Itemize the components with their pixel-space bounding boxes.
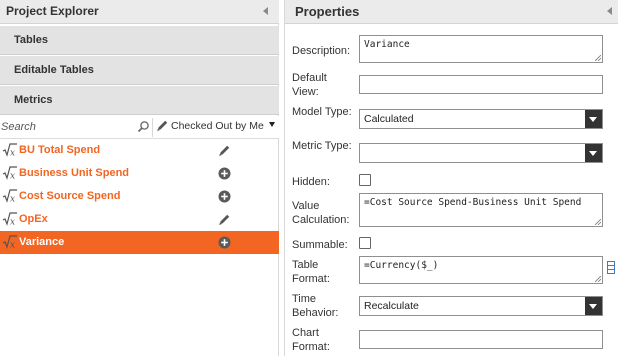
time-behavior-select[interactable]: Recalculate xyxy=(359,296,603,316)
resize-grip-icon[interactable] xyxy=(595,276,601,282)
metric-name: BU Total Spend xyxy=(19,144,101,156)
metric-item[interactable]: OpEx xyxy=(0,208,279,231)
function-icon xyxy=(2,143,18,157)
format-builder-icon[interactable] xyxy=(607,261,615,274)
search-filter-row: Checked Out by Me xyxy=(0,116,279,139)
section-metrics-label: Metrics xyxy=(14,94,53,106)
value-calculation-label: Value Calculation: xyxy=(292,200,350,226)
metric-name: Variance xyxy=(19,236,65,248)
search-input[interactable] xyxy=(0,119,133,135)
chart-format-label: Chart Format: xyxy=(292,327,330,353)
properties-title: Properties xyxy=(295,4,360,19)
chart-format-field[interactable] xyxy=(359,330,603,349)
description-label: Description: xyxy=(292,45,351,57)
default-view-label: Default View: xyxy=(292,72,327,98)
table-format-label: Table Format: xyxy=(292,259,330,285)
value-calculation-field[interactable]: =Cost Source Spend-Business Unit Spend xyxy=(359,193,603,227)
default-view-field[interactable] xyxy=(359,75,603,94)
properties-panel: Properties Description: Variance Default… xyxy=(284,0,618,356)
table-format-field[interactable]: =Currency($_) xyxy=(359,256,603,284)
metric-name: Business Unit Spend xyxy=(19,167,130,179)
metric-item-selected[interactable]: Variance xyxy=(0,231,279,254)
pencil-icon xyxy=(156,119,169,132)
plus-circle-icon[interactable] xyxy=(218,190,231,203)
chevron-down-icon[interactable] xyxy=(585,144,602,162)
summable-label: Summable: xyxy=(292,239,348,251)
function-icon xyxy=(2,166,18,180)
time-behavior-label: Time Behavior: xyxy=(292,293,339,319)
chevron-down-icon[interactable] xyxy=(585,110,602,128)
section-tables-label: Tables xyxy=(14,34,49,46)
hidden-label: Hidden: xyxy=(292,176,330,188)
model-type-select[interactable]: Calculated xyxy=(359,109,603,129)
function-icon xyxy=(2,189,18,203)
metric-name: Cost Source Spend xyxy=(19,190,121,202)
plus-circle-icon[interactable] xyxy=(218,236,231,249)
description-field[interactable]: Variance xyxy=(359,35,603,63)
metric-type-label: Metric Type: xyxy=(292,140,352,152)
chevron-down-icon xyxy=(269,122,275,127)
metric-item[interactable]: Business Unit Spend xyxy=(0,162,279,185)
time-behavior-value: Recalculate xyxy=(364,300,419,312)
plus-circle-icon[interactable] xyxy=(218,167,231,180)
section-editable-tables-label: Editable Tables xyxy=(14,64,94,76)
metric-item[interactable]: BU Total Spend xyxy=(0,139,279,162)
project-explorer-panel: Project Explorer Tables Editable Tables … xyxy=(0,0,279,356)
metric-type-select[interactable] xyxy=(359,143,603,163)
collapse-left-icon[interactable] xyxy=(263,7,268,15)
function-icon xyxy=(2,212,18,226)
resize-grip-icon[interactable] xyxy=(595,55,601,61)
project-explorer-header: Project Explorer xyxy=(0,0,279,24)
checked-out-filter-dropdown[interactable]: Checked Out by Me xyxy=(154,116,279,138)
search-icon[interactable] xyxy=(137,120,150,133)
checked-out-filter-label: Checked Out by Me xyxy=(171,120,264,132)
section-metrics[interactable]: Metrics xyxy=(0,86,279,115)
search-filter-divider xyxy=(152,118,153,137)
metric-item[interactable]: Cost Source Spend xyxy=(0,185,279,208)
collapse-right-icon[interactable] xyxy=(607,7,612,15)
pencil-icon[interactable] xyxy=(218,144,231,157)
function-icon xyxy=(2,235,18,249)
project-explorer-title: Project Explorer xyxy=(6,4,99,18)
section-tables[interactable]: Tables xyxy=(0,26,279,55)
chevron-down-icon[interactable] xyxy=(585,297,602,315)
summable-checkbox[interactable] xyxy=(359,237,371,249)
properties-header: Properties xyxy=(285,0,618,24)
model-type-label: Model Type: xyxy=(292,106,352,118)
hidden-checkbox[interactable] xyxy=(359,174,371,186)
pencil-icon[interactable] xyxy=(218,213,231,226)
metric-name: OpEx xyxy=(19,213,48,225)
resize-grip-icon[interactable] xyxy=(595,219,601,225)
model-type-value: Calculated xyxy=(364,113,414,125)
section-editable-tables[interactable]: Editable Tables xyxy=(0,56,279,85)
